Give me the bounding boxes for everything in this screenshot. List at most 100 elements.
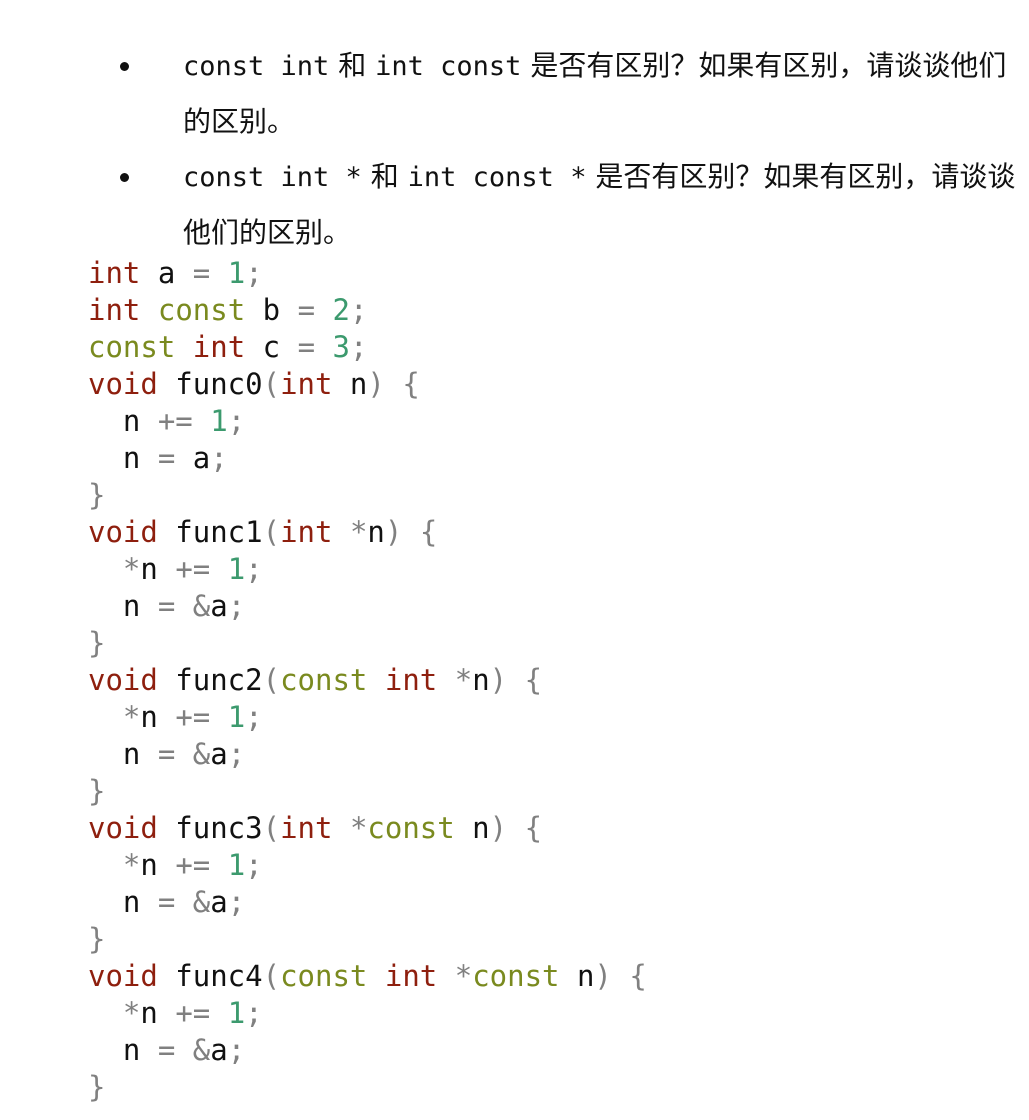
conjunction: 和 (370, 160, 399, 193)
code-line: n = &a; (88, 588, 647, 625)
identifier-token: n (140, 996, 176, 1030)
code-line: *n += 1; (88, 847, 647, 884)
punctuation-token: ( (262, 367, 281, 401)
punctuation-token: ; (227, 737, 246, 771)
question-list: const int 和 int const 是否有区别？如果有区别，请谈谈他们的… (0, 38, 1029, 260)
punctuation-token: { (524, 663, 543, 697)
identifier-token: n (140, 700, 176, 734)
qualifier-token: const (367, 811, 455, 845)
identifier-token (332, 811, 349, 845)
punctuation-token: ) (489, 811, 508, 845)
identifier-token (210, 552, 227, 586)
punctuation-token: } (88, 922, 106, 956)
identifier-token (88, 700, 123, 734)
inline-code: int const * (407, 162, 587, 193)
keyword-token: void (88, 515, 158, 549)
punctuation-token: ; (227, 885, 246, 919)
code-line: n = a; (88, 440, 647, 477)
identifier-token: n (472, 663, 490, 697)
punctuation-token: ) (367, 367, 385, 401)
punctuation-token: * (454, 663, 473, 697)
inline-code: const int * (183, 162, 362, 193)
punctuation-token: * (349, 811, 368, 845)
code-line: n += 1; (88, 403, 647, 440)
code-line: } (88, 625, 647, 662)
identifier-token: n (88, 441, 158, 475)
code-line: *n += 1; (88, 995, 647, 1032)
punctuation-token: ; (349, 330, 368, 364)
punctuation-token: ) (594, 959, 612, 993)
inline-code: const int (183, 51, 330, 82)
inline-code: int const (375, 51, 522, 82)
punctuation-token: } (88, 626, 106, 660)
code-line: *n += 1; (88, 699, 647, 736)
code-line: } (88, 477, 647, 514)
code-line: n = &a; (88, 736, 647, 773)
identifier-token: func2 (157, 663, 263, 697)
identifier-token (88, 848, 123, 882)
identifier-token (332, 515, 349, 549)
identifier-token: n (88, 1033, 158, 1067)
punctuation-token: ; (227, 1033, 246, 1067)
identifier-token: a (210, 737, 228, 771)
identifier-token (367, 959, 384, 993)
punctuation-token: { (629, 959, 647, 993)
punctuation-token: } (88, 774, 106, 808)
identifier-token (210, 700, 227, 734)
number-token: 2 (332, 293, 350, 327)
punctuation-token: ; (210, 441, 228, 475)
identifier-token: func0 (157, 367, 263, 401)
number-token: 1 (210, 404, 228, 438)
keyword-token: void (88, 811, 158, 845)
identifier-token: n (88, 885, 158, 919)
code-line: void func2(const int *n) { (88, 662, 647, 699)
punctuation-token: = (157, 441, 176, 475)
punctuation-token: = (157, 737, 176, 771)
code-line: *n += 1; (88, 551, 647, 588)
identifier-token: n (88, 404, 158, 438)
keyword-token: int (280, 811, 333, 845)
identifier-token (367, 663, 384, 697)
punctuation-token: ; (245, 700, 263, 734)
code-line: void func0(int n) { (88, 366, 647, 403)
question-item: const int 和 int const 是否有区别？如果有区别，请谈谈他们的… (0, 38, 1029, 149)
bullet-dot (120, 62, 129, 71)
punctuation-token: * (122, 552, 141, 586)
identifier-token: n (367, 515, 385, 549)
identifier-token: n (140, 552, 176, 586)
keyword-token: int (88, 293, 141, 327)
qualifier-token: const (88, 330, 176, 364)
punctuation-token: += (175, 552, 211, 586)
identifier-token (210, 256, 227, 290)
identifier-token: n (559, 959, 595, 993)
punctuation-token: ; (227, 404, 246, 438)
punctuation-token: = (157, 589, 176, 623)
punctuation-token: ( (262, 663, 281, 697)
punctuation-token: * (122, 848, 141, 882)
punctuation-token: = (157, 885, 176, 919)
keyword-token: int (280, 367, 333, 401)
code-line: void func3(int *const n) { (88, 810, 647, 847)
keyword-token: int (192, 330, 246, 364)
code-line: int a = 1; (88, 255, 647, 292)
punctuation-token: ; (245, 848, 263, 882)
punctuation-token: & (192, 589, 211, 623)
keyword-token: int (88, 256, 141, 290)
punctuation-token: = (297, 330, 316, 364)
code-line: } (88, 773, 647, 810)
identifier-token (175, 1033, 192, 1067)
identifier-token (140, 293, 157, 327)
punctuation-token: ; (227, 589, 246, 623)
code-line: void func1(int *n) { (88, 514, 647, 551)
punctuation-token: ( (262, 515, 281, 549)
number-token: 1 (227, 256, 246, 290)
identifier-token: n (454, 811, 490, 845)
punctuation-token: ( (262, 959, 281, 993)
identifier-token (437, 959, 454, 993)
punctuation-token: { (524, 811, 543, 845)
identifier-token (507, 663, 524, 697)
qualifier-token: const (280, 663, 368, 697)
punctuation-token: ; (245, 552, 263, 586)
punctuation-token: & (192, 1033, 211, 1067)
identifier-token: n (88, 737, 158, 771)
